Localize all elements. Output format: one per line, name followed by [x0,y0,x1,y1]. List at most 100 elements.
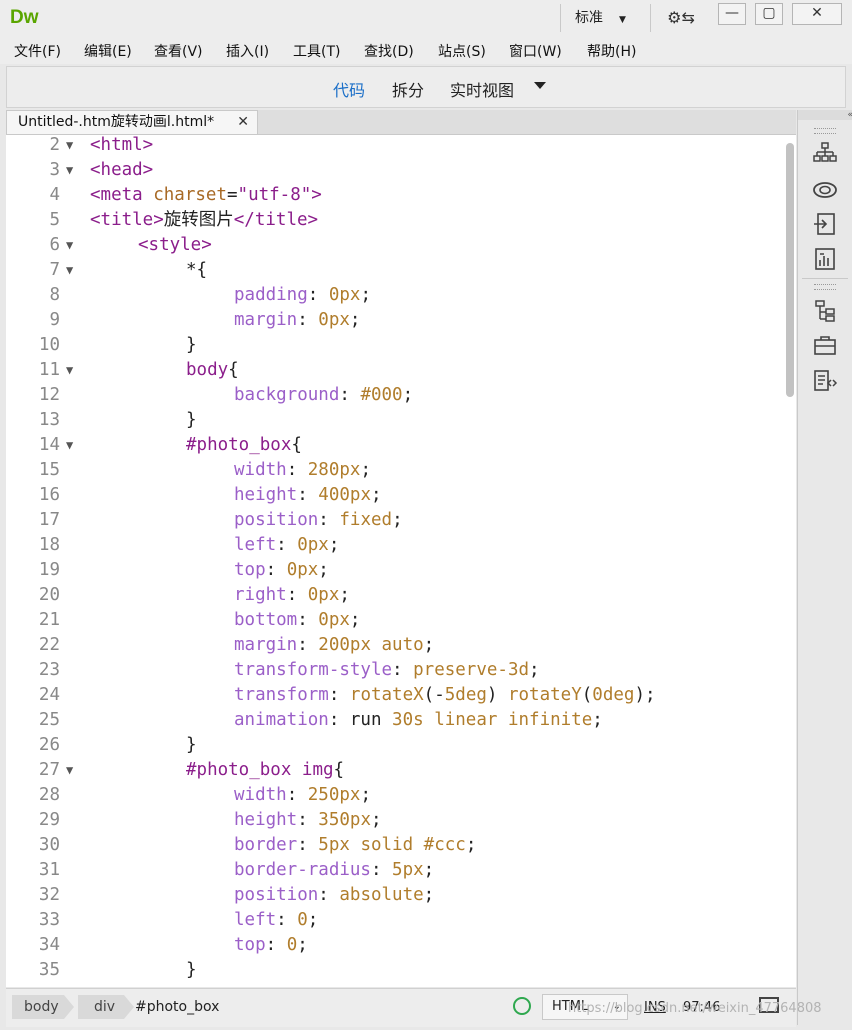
code-line[interactable]: 35} [6,958,786,983]
menu-view[interactable]: 查看(V) [154,41,203,61]
code-token: <style> [138,235,212,255]
no-errors-check-icon[interactable] [513,997,531,1015]
document-tab[interactable]: Untitled-.htm旋转动画l.html* ✕ [6,110,258,134]
minimize-button[interactable]: — [718,3,746,25]
code-line[interactable]: 2 ▼ <html> [6,135,786,158]
fold-toggle-icon[interactable]: ▼ [66,358,73,383]
close-tab-icon[interactable]: ✕ [237,111,249,133]
code-line[interactable]: 22 margin: 200px auto; [6,633,786,658]
menu-window[interactable]: 窗口(W) [509,41,562,61]
collapse-panel-icon[interactable]: « [798,110,852,120]
code-line[interactable]: 28 width: 250px; [6,783,786,808]
line-number: 7 [49,260,60,280]
code-line[interactable]: 4 <meta charset="utf-8"> [6,183,786,208]
code-line[interactable]: 33 left: 0; [6,908,786,933]
code-line[interactable]: 11 ▼ body{ [6,358,786,383]
code-token: { [333,760,345,780]
dom-tree-icon[interactable] [812,298,838,324]
view-options-chevron-icon[interactable] [534,82,546,89]
code-token: height [234,810,298,830]
fold-toggle-icon[interactable]: ▼ [66,758,73,783]
sync-settings-icon[interactable]: ⚙⇆ [650,4,711,32]
code-line[interactable]: 25 animation: run 30s linear infinite; [6,708,786,733]
code-text: #photo_box{ [186,433,302,458]
code-line[interactable]: 18 left: 0px; [6,533,786,558]
fold-toggle-icon[interactable]: ▼ [66,158,73,183]
scrollbar-thumb[interactable] [786,143,794,397]
code-token: { [291,435,302,455]
code-line[interactable]: 21 bottom: 0px; [6,608,786,633]
site-map-icon[interactable] [812,140,838,166]
code-line[interactable]: 20 right: 0px; [6,583,786,608]
code-line[interactable]: 30 border: 5px solid #ccc; [6,833,786,858]
code-line[interactable]: 24 transform: rotateX(-5deg) rotateY(0deg… [6,683,786,708]
code-line[interactable]: 27 ▼ #photo_box img{ [6,758,786,783]
document-tab-label: Untitled-.htm旋转动画l.html* [18,114,215,130]
code-line[interactable]: 23 transform-style: preserve-3d; [6,658,786,683]
insert-icon[interactable] [812,211,838,237]
view-live-button[interactable]: 实时视图 [450,77,514,101]
fold-toggle-icon[interactable]: ▼ [66,433,73,458]
code-line[interactable]: 29 height: 350px; [6,808,786,833]
close-window-button[interactable]: ✕ [792,3,842,25]
code-token: : [318,885,340,905]
code-line[interactable]: 12 background: #000; [6,383,786,408]
code-token: (- [423,685,445,705]
code-line[interactable]: 9 margin: 0px; [6,308,786,333]
code-line[interactable]: 26} [6,733,786,758]
view-code-button[interactable]: 代码 [333,77,365,101]
code-line[interactable]: 32 position: absolute; [6,883,786,908]
css-designer-icon[interactable] [812,246,838,272]
code-line[interactable]: 3 ▼ <head> [6,158,786,183]
panel-grip[interactable] [814,128,836,134]
menu-file[interactable]: 文件(F) [14,41,61,61]
breadcrumb-body[interactable]: body [12,995,64,1019]
code-line[interactable]: 19 top: 0px; [6,558,786,583]
snippets-icon[interactable] [812,368,838,394]
breadcrumb-separator [64,995,74,1019]
workspace-switcher[interactable]: 标准 ▼ [560,4,640,32]
code-token: position [234,885,319,905]
code-line[interactable]: 17 position: fixed; [6,508,786,533]
fold-toggle-icon[interactable]: ▼ [66,135,73,158]
code-line[interactable]: 8 padding: 0px; [6,283,786,308]
line-number: 30 [38,835,60,855]
menu-edit[interactable]: 编辑(E) [84,41,132,61]
menu-insert[interactable]: 插入(I) [226,41,269,61]
line-number: 4 [49,185,60,205]
code-line[interactable]: 14 ▼ #photo_box{ [6,433,786,458]
code-line[interactable]: 31 border-radius: 5px; [6,858,786,883]
menu-tools[interactable]: 工具(T) [293,41,340,61]
view-split-button[interactable]: 拆分 [392,77,424,101]
menu-help[interactable]: 帮助(H) [587,41,636,61]
code-text: #photo_box img{ [186,758,344,783]
line-number: 13 [38,410,60,430]
maximize-button[interactable]: ▢ [755,3,783,25]
code-token: : [276,535,298,555]
code-line[interactable]: 16 height: 400px; [6,483,786,508]
assets-icon[interactable] [812,332,838,358]
code-token: : [370,860,393,880]
code-line[interactable]: 34 top: 0; [6,933,786,958]
code-line[interactable]: 10} [6,333,786,358]
panel-grip[interactable] [814,284,836,290]
breadcrumb-div[interactable]: div [78,995,124,1019]
line-number: 22 [38,635,60,655]
breadcrumb-photo-box[interactable]: #photo_box [135,995,219,1019]
line-number: 17 [38,510,60,530]
menu-find[interactable]: 查找(D) [364,41,414,61]
menu-site[interactable]: 站点(S) [438,41,486,61]
code-line[interactable]: 13} [6,408,786,433]
code-line[interactable]: 7 ▼ *{ [6,258,786,283]
code-line[interactable]: 15 width: 280px; [6,458,786,483]
code-token: } [186,960,197,980]
fold-toggle-icon[interactable]: ▼ [66,233,73,258]
code-token: 0px [318,610,350,630]
code-editor[interactable]: 35} 34 top: 0; 33 left: 0; 32 position: absolu… [6,135,796,987]
fold-toggle-icon[interactable]: ▼ [66,258,73,283]
app-logo: Dw [10,7,39,28]
code-line[interactable]: 5 <title>旋转图片</title> [6,208,786,233]
creative-cloud-icon[interactable] [812,176,838,202]
code-line[interactable]: 6 ▼ <style> [6,233,786,258]
code-token: ; [349,610,361,630]
